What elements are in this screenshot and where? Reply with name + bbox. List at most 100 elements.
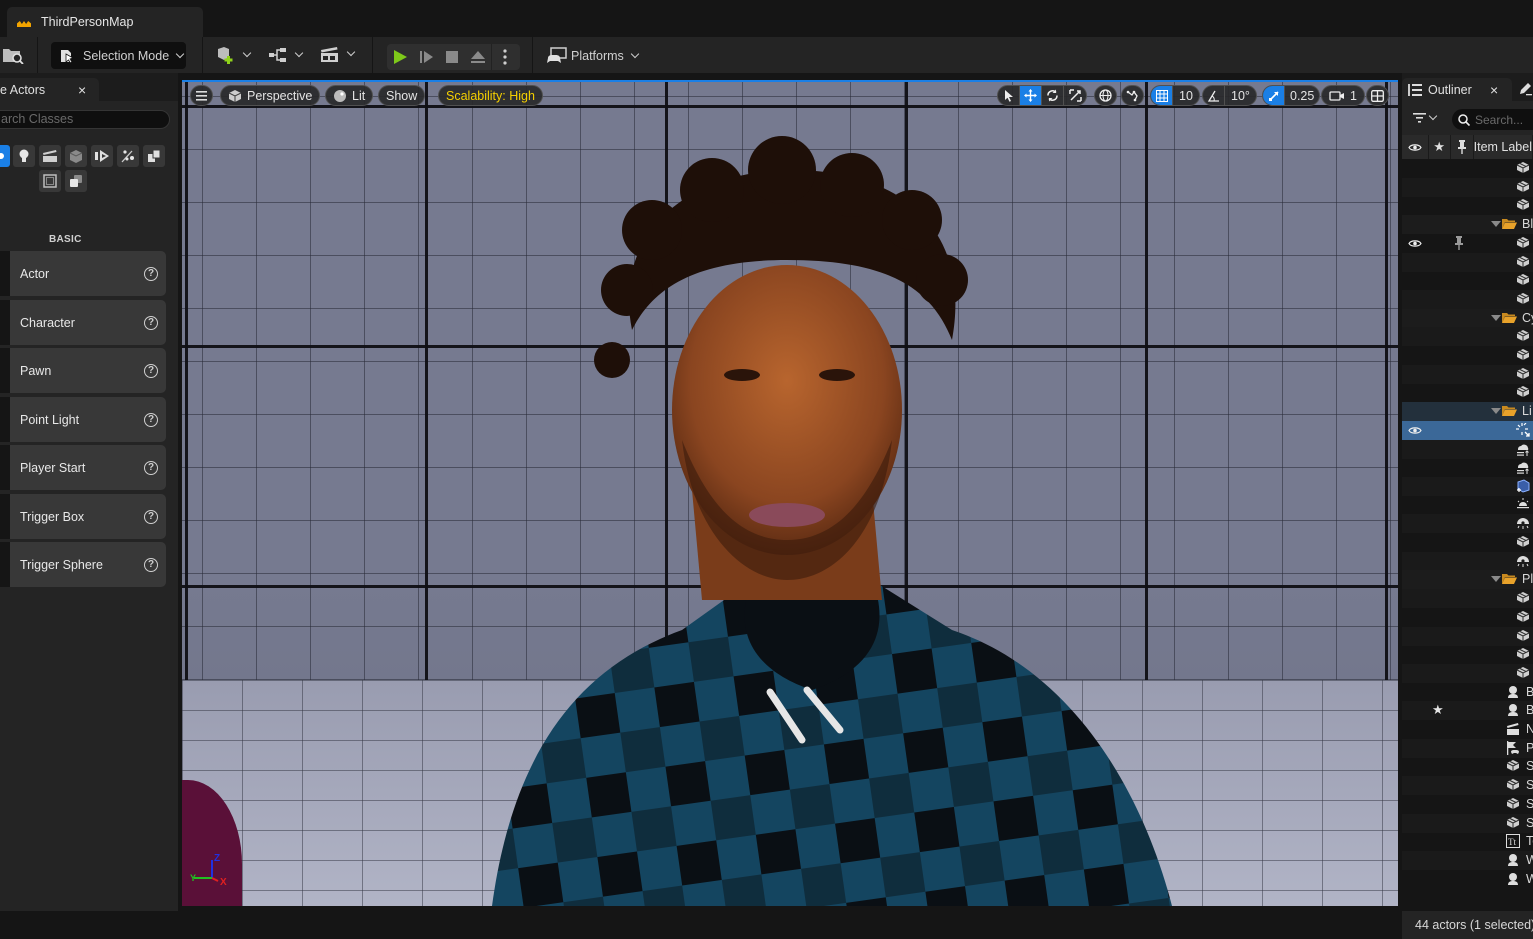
actor-item[interactable]: Pawn? — [0, 348, 166, 393]
eye-icon[interactable] — [1408, 424, 1422, 438]
search-classes-input[interactable]: arch Classes — [0, 110, 170, 129]
viewport-layout-button[interactable] — [1366, 85, 1389, 106]
scale-tool[interactable] — [1064, 86, 1086, 105]
filter-button[interactable] — [1413, 111, 1438, 123]
outliner-row[interactable] — [1402, 589, 1533, 609]
outliner-row[interactable] — [1402, 364, 1533, 384]
outliner-row[interactable] — [1402, 252, 1533, 272]
show-button[interactable]: Show — [378, 85, 426, 106]
visibility-column[interactable] — [1402, 135, 1429, 159]
outliner-row[interactable] — [1402, 289, 1533, 309]
pin-column[interactable] — [1451, 135, 1474, 159]
outliner-row[interactable] — [1402, 420, 1533, 440]
category-geometry[interactable] — [65, 145, 87, 167]
perspective-button[interactable]: Perspective — [220, 85, 321, 106]
outliner-row[interactable]: SM — [1402, 813, 1533, 833]
outliner-tab[interactable]: Outliner × — [1402, 78, 1512, 101]
stop-button[interactable] — [439, 44, 465, 70]
outliner-row[interactable]: Tt Te — [1402, 832, 1533, 851]
viewport-options-button[interactable] — [190, 85, 213, 106]
category-cinematic[interactable] — [39, 145, 61, 167]
help-icon[interactable]: ? — [144, 460, 158, 475]
platforms-button[interactable]: Platforms — [547, 47, 640, 65]
category-lights[interactable] — [13, 145, 35, 167]
category-shapes[interactable] — [39, 170, 61, 192]
category-recently-placed[interactable] — [65, 170, 87, 192]
outliner-row[interactable] — [1402, 271, 1533, 290]
outliner-row[interactable] — [1402, 551, 1533, 571]
favorite-column[interactable]: ★ — [1429, 135, 1451, 159]
outliner-row[interactable]: BP — [1402, 683, 1533, 702]
outliner-row[interactable]: W — [1402, 870, 1533, 889]
actor-item[interactable]: Trigger Box? — [0, 494, 166, 539]
outliner-folder-row[interactable]: Cy — [1402, 308, 1533, 328]
play-options-button[interactable] — [492, 44, 518, 70]
surface-snapping-button[interactable] — [1121, 85, 1144, 106]
outliner-row[interactable] — [1402, 159, 1533, 178]
outliner-row[interactable]: SM — [1402, 776, 1533, 796]
close-tab-button[interactable]: × — [1490, 82, 1498, 98]
character-mesh[interactable] — [452, 110, 1172, 906]
category-volumes[interactable] — [91, 145, 113, 167]
outliner-row[interactable]: SM — [1402, 795, 1533, 814]
actor-item[interactable]: Trigger Sphere? — [0, 542, 166, 587]
outliner-row[interactable] — [1402, 383, 1533, 402]
outliner-row[interactable] — [1402, 458, 1533, 477]
outliner-row[interactable] — [1402, 496, 1533, 515]
expand-arrow-icon[interactable] — [1491, 314, 1501, 321]
view-mode-button[interactable]: Lit — [325, 85, 374, 106]
outliner-row[interactable] — [1402, 346, 1533, 365]
help-icon[interactable]: ? — [144, 509, 158, 524]
eject-button[interactable] — [465, 44, 491, 70]
outliner-folder-row[interactable]: Bl — [1402, 215, 1533, 235]
level-viewport[interactable]: Perspective Lit Show Scalability: High 1… — [182, 80, 1398, 906]
outliner-search-input[interactable]: Search... — [1452, 109, 1533, 130]
add-actor-button[interactable] — [216, 45, 252, 65]
rotate-tool[interactable] — [1042, 86, 1064, 105]
help-icon[interactable]: ? — [144, 412, 158, 427]
star-icon[interactable]: ★ — [1432, 702, 1444, 718]
cinematics-button[interactable] — [320, 45, 356, 63]
outliner-row[interactable] — [1402, 327, 1533, 347]
advance-frame-button[interactable] — [413, 44, 439, 70]
scale-snap-toggle[interactable] — [1263, 86, 1285, 105]
select-tool[interactable] — [998, 86, 1020, 105]
outliner-row[interactable] — [1402, 626, 1533, 646]
outliner-row[interactable] — [1402, 645, 1533, 664]
actor-item[interactable]: Character? — [0, 300, 166, 345]
close-tab-button[interactable]: × — [78, 82, 86, 98]
outliner-row[interactable] — [1402, 476, 1533, 496]
outliner-row[interactable]: Ne — [1402, 720, 1533, 739]
outliner-folder-row[interactable]: Pl — [1402, 570, 1533, 590]
expand-arrow-icon[interactable] — [1491, 221, 1501, 228]
play-button[interactable] — [387, 44, 413, 70]
outliner-row[interactable]: Pl — [1402, 738, 1533, 758]
blueprints-button[interactable] — [268, 46, 304, 64]
outliner-folder-row[interactable]: Li — [1402, 402, 1533, 422]
rotation-snap-toggle[interactable] — [1203, 86, 1225, 105]
item-label-column[interactable]: Item Label — [1474, 135, 1533, 159]
outliner-row[interactable]: ★ BP — [1402, 701, 1533, 721]
category-visual-effects[interactable] — [117, 145, 139, 167]
selection-mode-dropdown[interactable]: Selection Mode — [51, 42, 186, 69]
translate-tool[interactable] — [1020, 86, 1042, 105]
outliner-row[interactable] — [1402, 234, 1533, 253]
eye-icon[interactable] — [1408, 237, 1422, 251]
outliner-row[interactable] — [1402, 663, 1533, 683]
expand-arrow-icon[interactable] — [1491, 408, 1501, 415]
details-tab[interactable] — [1518, 82, 1532, 101]
coordinate-system-button[interactable] — [1094, 85, 1117, 106]
outliner-row[interactable] — [1402, 439, 1533, 459]
document-tab[interactable]: ThirdPersonMap — [7, 7, 203, 37]
grid-snap-toggle[interactable] — [1151, 86, 1173, 105]
place-actors-tab[interactable]: e Actors × — [0, 78, 99, 101]
actor-item[interactable]: Actor? — [0, 251, 166, 296]
outliner-row[interactable] — [1402, 608, 1533, 627]
help-icon[interactable]: ? — [144, 315, 158, 330]
expand-arrow-icon[interactable] — [1491, 576, 1501, 583]
grid-snap-value[interactable]: 10 — [1173, 86, 1199, 105]
outliner-row[interactable]: SM — [1402, 757, 1533, 776]
help-icon[interactable]: ? — [144, 557, 158, 572]
camera-speed-button[interactable]: 1 — [1321, 85, 1365, 106]
actor-item[interactable]: Player Start? — [0, 445, 166, 490]
